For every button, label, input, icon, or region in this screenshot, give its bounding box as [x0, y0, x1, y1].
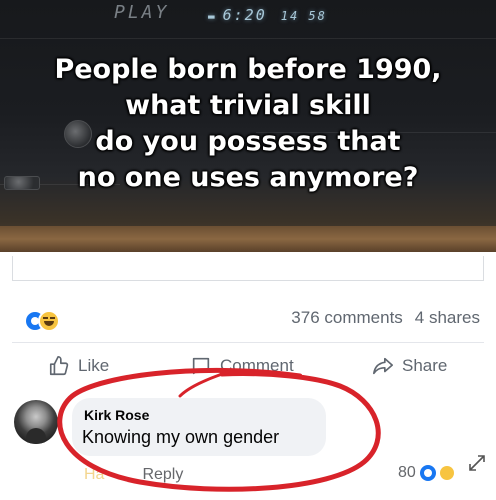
share-button[interactable]: Share	[372, 352, 447, 380]
headline-line: People born before 1990,	[54, 54, 442, 85]
wooden-shelf	[0, 226, 496, 252]
share-arrow-icon	[373, 357, 393, 375]
comment-bubble: Kirk Rose Knowing my own gender	[72, 398, 326, 456]
display-time: ▬ 6:20 14 58	[208, 6, 327, 24]
haha-reaction-icon	[38, 310, 60, 332]
engagement-counts: 376 comments 4 shares	[291, 308, 480, 328]
haha-reaction-icon	[439, 466, 454, 480]
comments-count-link[interactable]: 376 comments	[291, 308, 403, 327]
comment-button[interactable]: Comment	[190, 352, 294, 380]
display-mode: PLAY	[114, 2, 170, 23]
like-reaction-icon	[419, 465, 436, 481]
expand-icon[interactable]	[466, 452, 488, 474]
reply-button[interactable]: Reply	[142, 466, 183, 483]
share-label: Share	[402, 356, 448, 375]
comment-actions: Ha Reply	[84, 466, 183, 484]
reaction-summary[interactable]	[24, 310, 68, 332]
avatar[interactable]	[14, 400, 58, 444]
shares-count-link[interactable]: 4 shares	[415, 308, 480, 327]
comment-haha-link[interactable]: Ha	[84, 466, 104, 483]
comment-reaction-number: 80	[398, 464, 416, 481]
comment-label: Comment	[220, 356, 294, 375]
thumbs-up-icon	[49, 356, 69, 376]
post-action-bar: Like Comment Share	[0, 352, 496, 380]
meme-headline: People born before 1990, what trivial sk…	[0, 52, 496, 196]
screenshot-frame: PLAY ▬ 6:20 14 58 People born before 1990,…	[0, 0, 496, 500]
comment-author[interactable]: Kirk Rose	[84, 407, 149, 423]
display-seconds: 14 58	[280, 9, 327, 23]
like-label: Like	[78, 356, 110, 375]
comment-reaction-count[interactable]: 80	[398, 464, 454, 482]
device-panel-line	[0, 38, 496, 39]
headline-line: do you possess that	[95, 126, 401, 157]
comment-text: Knowing my own gender	[82, 427, 280, 447]
divider	[12, 342, 484, 343]
link-preview-strip[interactable]	[12, 256, 484, 281]
stereo-display: PLAY ▬ 6:20 14 58	[108, 0, 390, 36]
display-time-value: 6:20	[222, 6, 267, 24]
headline-line: no one uses anymore?	[77, 162, 419, 193]
like-button[interactable]: Like	[48, 352, 109, 380]
comment: Kirk Rose Knowing my own gender	[0, 392, 496, 462]
comment-bubble-icon	[192, 357, 210, 375]
facebook-post-card: 376 comments 4 shares Like Comment Share…	[0, 252, 496, 500]
headline-line: what trivial skill	[125, 90, 371, 121]
meme-image: PLAY ▬ 6:20 14 58 People born before 1990,…	[0, 0, 496, 252]
